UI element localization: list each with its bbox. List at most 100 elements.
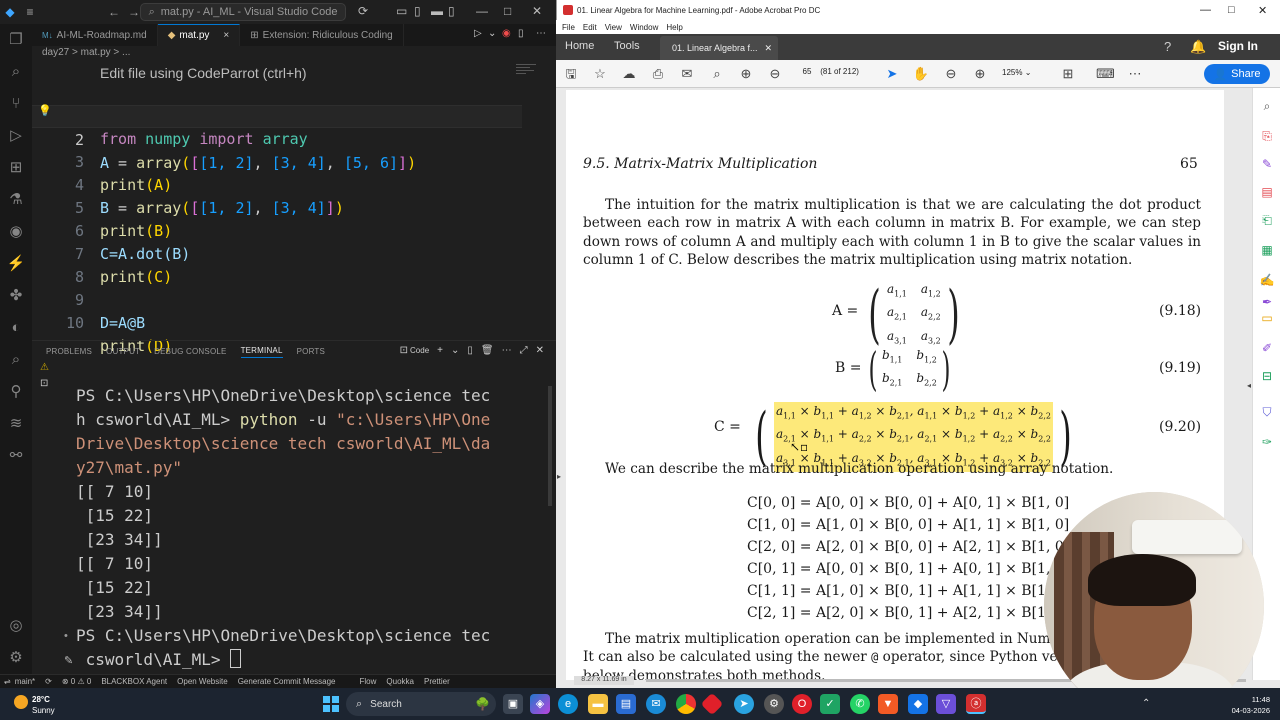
copilot-app-icon[interactable]: ◈ (530, 694, 550, 714)
menu-edit[interactable]: Edit (583, 23, 597, 32)
code-line[interactable]: 6 C=A.dot(B) (32, 197, 522, 263)
minimize-icon[interactable]: — (476, 4, 488, 18)
brave-icon[interactable]: ▼ (878, 694, 898, 714)
share-button[interactable]: 👤 Share (1204, 64, 1270, 84)
open-website[interactable]: Open Website (177, 677, 228, 686)
github-icon[interactable]: ◉ (6, 222, 26, 242)
code-line[interactable]: 1 from numpy import array (32, 82, 522, 148)
prettier-indicator[interactable]: Prettier (424, 677, 450, 686)
paw-icon[interactable]: ✤ (6, 286, 26, 306)
run-dropdown-icon[interactable]: ⌄ (488, 28, 496, 39)
taskbar-search[interactable]: ⌕ Search 🌳 (346, 692, 496, 716)
zoom-level[interactable]: 125% ⌄ (1002, 68, 1031, 77)
branch-indicator[interactable]: main* (15, 677, 35, 686)
sidebar-toggle-icon[interactable]: ▯ (414, 4, 421, 18)
mail-icon[interactable]: ✉ (646, 694, 666, 714)
zoom-out-icon[interactable]: ⊖ (942, 65, 960, 83)
tab-debug-console[interactable]: DEBUG CONSOLE (154, 347, 226, 356)
settings-app-icon[interactable]: ⚙ (764, 694, 784, 714)
file-explorer-icon[interactable]: ▬ (588, 694, 608, 714)
generate-commit-message[interactable]: Generate Commit Message (238, 677, 336, 686)
fit-page-icon[interactable]: ⊞ (1059, 65, 1077, 83)
export-pdf-icon[interactable]: ⎘ (1259, 128, 1275, 144)
terminal-scrollbar[interactable] (548, 386, 552, 506)
menu-help[interactable]: Help (666, 23, 682, 32)
blackbox-agent[interactable]: BLACKBOX Agent (101, 677, 167, 686)
close-window-icon[interactable]: ✕ (1258, 4, 1267, 17)
terminal-instance-icon[interactable]: ⊡ (40, 378, 54, 389)
hand-tool-icon[interactable]: ✋ (912, 65, 930, 83)
app-purple-icon[interactable]: ▽ (936, 694, 956, 714)
breadcrumb[interactable]: day27 > mat.py > ... (42, 47, 130, 58)
close-window-icon[interactable]: ✕ (532, 4, 542, 18)
search-2-icon[interactable]: ⌕ (6, 350, 26, 370)
quokka-indicator[interactable]: Quokka (386, 677, 414, 686)
flask-icon[interactable]: ⚲ (6, 382, 26, 402)
app-red-icon[interactable] (700, 692, 724, 716)
chrome-icon[interactable] (676, 694, 696, 714)
split-terminal-icon[interactable]: ▯ (467, 345, 473, 356)
terminal-warning-icon[interactable]: ⚠ (40, 362, 54, 373)
help-icon[interactable]: ? (1164, 39, 1171, 54)
panel-toggle-icon[interactable]: ▬ (431, 4, 443, 18)
code-line[interactable]: 7 print(C) (32, 220, 522, 286)
maximize-panel-icon[interactable]: ⤢ (520, 345, 528, 356)
page-up-icon[interactable]: ⊕ (737, 65, 755, 83)
source-control-icon[interactable]: ⑂ (6, 94, 26, 114)
comment-icon[interactable]: ▭ (1259, 310, 1275, 326)
minimize-icon[interactable]: — (1200, 4, 1211, 16)
close-tab-icon[interactable]: × (223, 30, 229, 41)
link-icon[interactable]: ⚯ (6, 446, 26, 466)
trash-icon[interactable]: 🗑 (481, 345, 494, 356)
acrobat-app-icon[interactable]: ⓐ (966, 694, 986, 714)
dropdown-icon[interactable]: ⌄ (451, 345, 459, 356)
record-icon[interactable]: ◉ (502, 28, 511, 39)
sync-icon[interactable]: ⟳ (45, 677, 52, 686)
combine-files-icon[interactable]: ⎗ (1259, 212, 1275, 228)
edit-pdf-icon[interactable]: ✎ (1259, 156, 1275, 172)
tab-terminal[interactable]: TERMINAL (240, 346, 283, 358)
new-terminal-icon[interactable]: + (437, 345, 443, 356)
upload-cloud-icon[interactable]: ☁ (620, 65, 638, 83)
measure-icon[interactable]: ✑ (1259, 434, 1275, 450)
sign-in-link[interactable]: Sign In (1218, 39, 1258, 53)
whatsapp-icon[interactable]: ✆ (850, 694, 870, 714)
create-pdf-icon[interactable]: ▤ (1259, 184, 1275, 200)
tab-extension[interactable]: ⊞ Extension: Ridiculous Coding (240, 24, 404, 46)
secondary-sidebar-icon[interactable]: ▯ (448, 4, 455, 18)
close-tab-icon[interactable]: ✕ (764, 43, 772, 54)
terminal-profile-label[interactable]: Code (410, 345, 429, 356)
page-down-icon[interactable]: ⊖ (766, 65, 784, 83)
code-line[interactable]: 4 B = array([[1, 2], [3, 4]]) (32, 151, 522, 217)
tab-ai-ml-roadmap[interactable]: M↓ AI-ML-Roadmap.md (32, 24, 158, 46)
tab-problems[interactable]: PROBLEMS (46, 347, 92, 356)
menu-icon[interactable]: ≡ (20, 5, 40, 19)
maximize-icon[interactable]: □ (1228, 4, 1235, 16)
tab-mat-py[interactable]: ◆ mat.py × (157, 24, 241, 46)
home-tab[interactable]: Home (565, 40, 594, 52)
lightbulb-icon[interactable]: 💡 (38, 104, 52, 117)
protect-icon[interactable]: ✐ (1259, 340, 1275, 356)
extensions-icon[interactable]: ⊞ (6, 158, 26, 178)
tab-output[interactable]: OUTPUT (106, 347, 140, 356)
menu-window[interactable]: Window (630, 23, 658, 32)
print-icon[interactable]: ⎙ (649, 65, 667, 83)
request-signature-icon[interactable]: ✍ (1259, 272, 1275, 288)
lightning-icon[interactable]: ⚡ (6, 254, 26, 274)
edge-icon[interactable]: e (558, 694, 578, 714)
compress-icon[interactable]: ⊟ (1259, 368, 1275, 384)
store-icon[interactable]: ▤ (616, 694, 636, 714)
shield-icon[interactable]: ⛉ (1259, 404, 1275, 420)
vscode-app-icon[interactable]: ◆ (908, 694, 928, 714)
accounts-icon[interactable]: ◎ (6, 616, 26, 636)
explorer-icon[interactable]: ❐ (6, 30, 26, 50)
more-actions-icon[interactable]: ⋯ (536, 28, 546, 39)
remote-icon[interactable]: ⇌ (4, 677, 11, 686)
code-line[interactable]: 10 print(D) (32, 289, 522, 355)
opera-icon[interactable]: O (792, 694, 812, 714)
back-arrow-icon[interactable]: ← (104, 5, 124, 19)
system-clock[interactable]: 11:48 04-03-2026 (1226, 694, 1270, 716)
save-icon[interactable]: 🖫 (562, 65, 580, 83)
tools-tab[interactable]: Tools (614, 40, 640, 52)
tab-ports[interactable]: PORTS (297, 347, 325, 356)
